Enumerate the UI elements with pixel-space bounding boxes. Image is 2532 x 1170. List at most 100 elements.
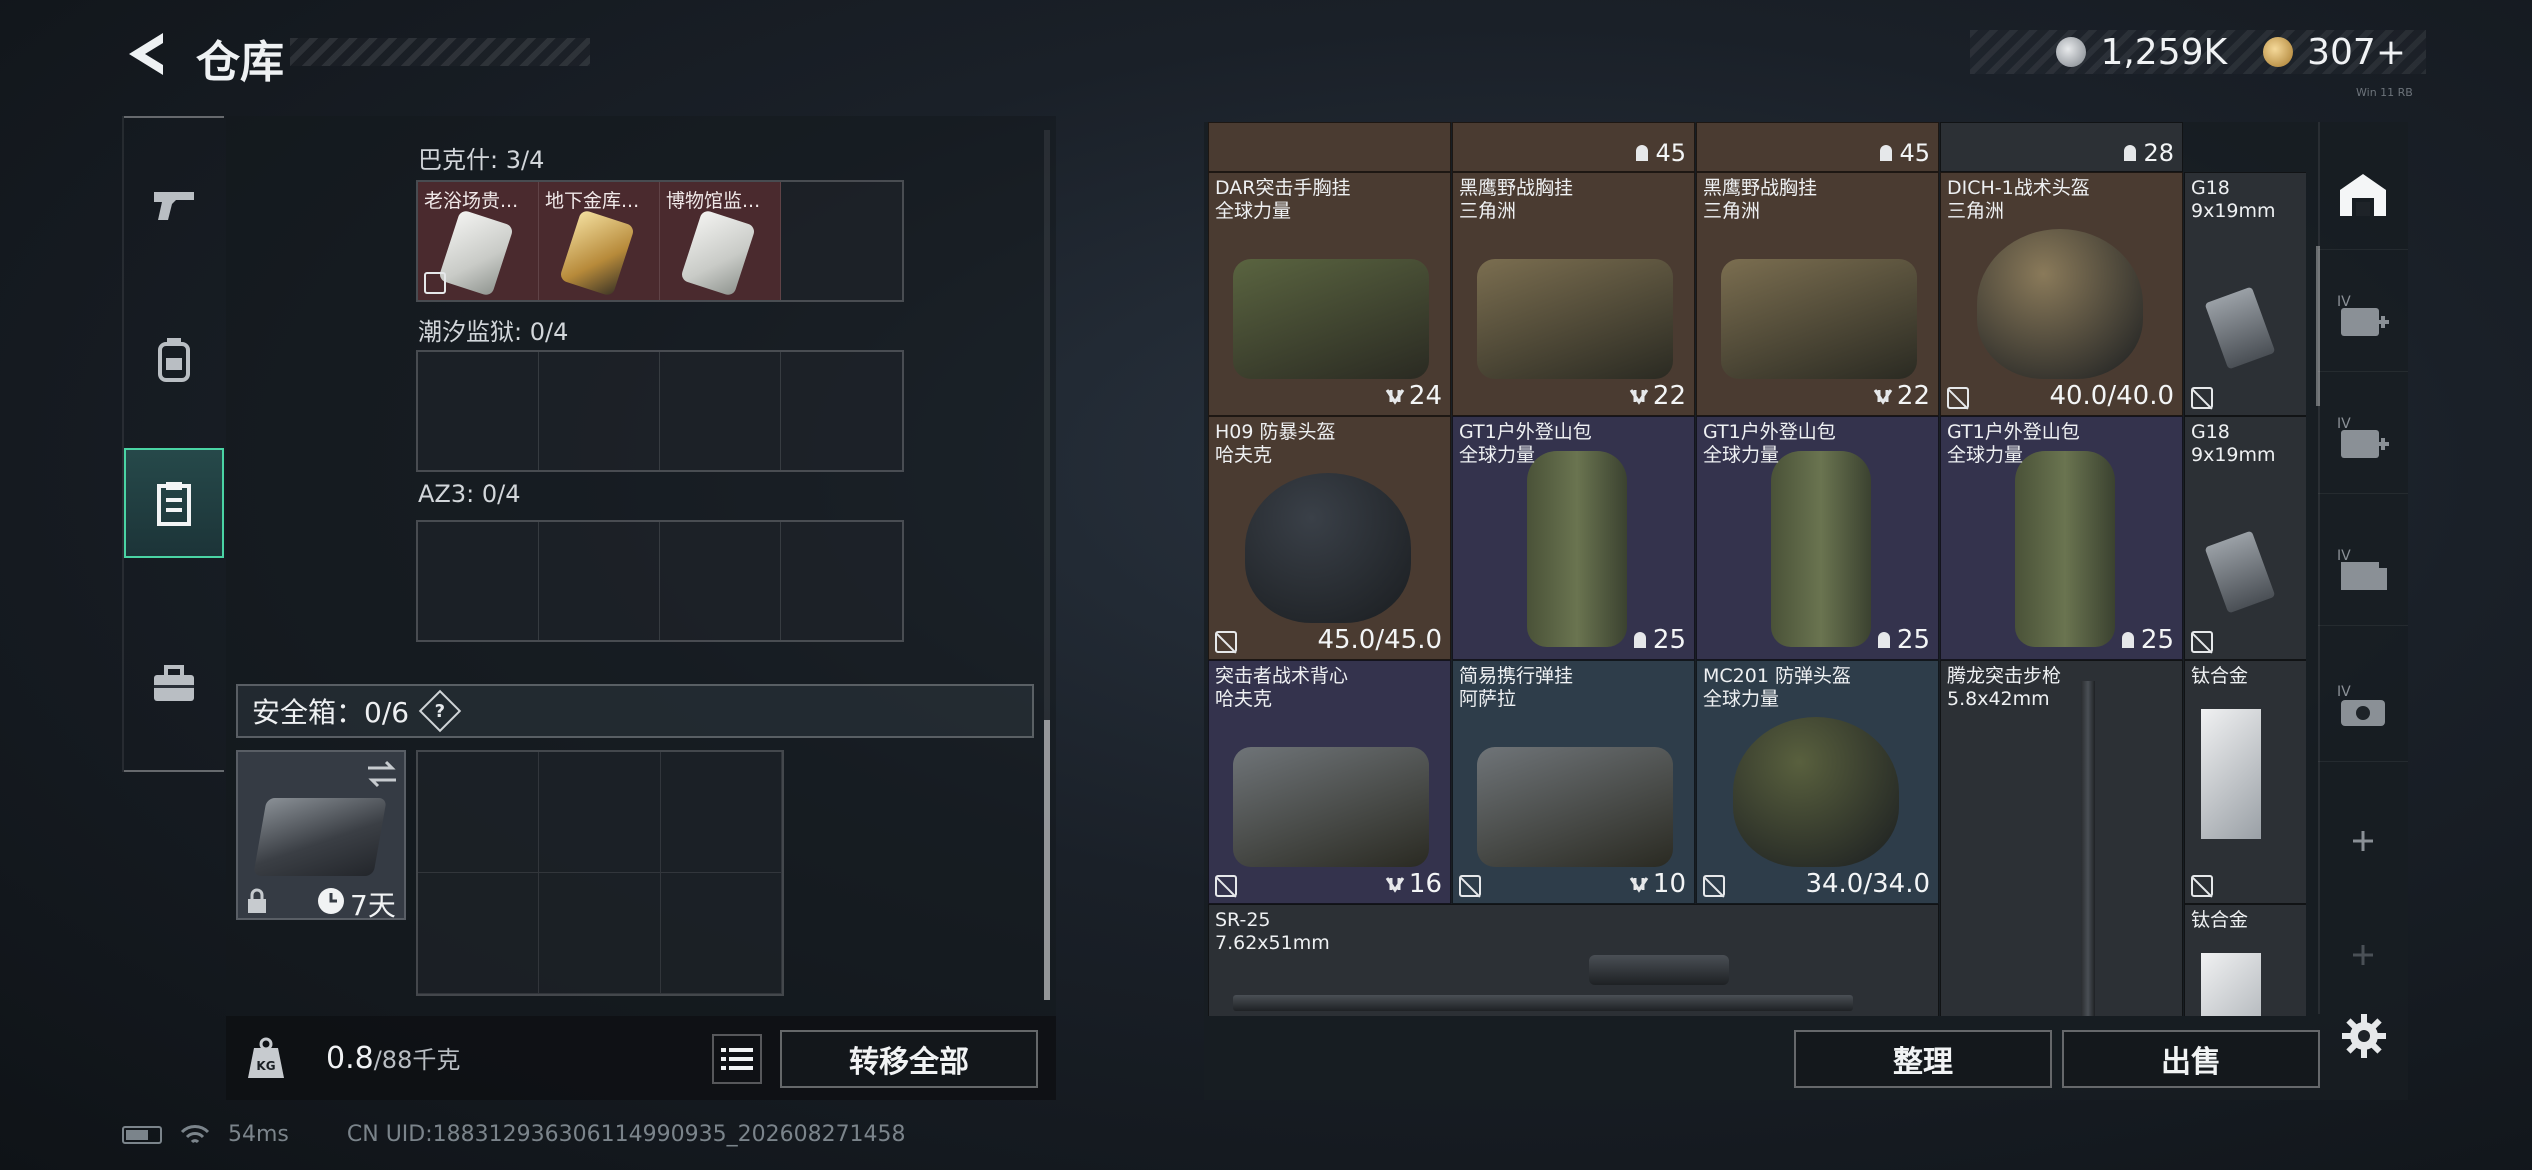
- back-button[interactable]: [118, 22, 174, 86]
- empty-slot[interactable]: [660, 352, 781, 470]
- battery-icon: [122, 1125, 162, 1144]
- nav-weapons[interactable]: [124, 156, 224, 252]
- list-view-button[interactable]: [712, 1034, 762, 1084]
- durability-icon: [1877, 632, 1890, 648]
- gear-icon[interactable]: [2340, 1012, 2388, 1060]
- empty-slot[interactable]: [781, 352, 902, 470]
- capacity-icon: [1873, 389, 1893, 405]
- svg-text:IV: IV: [2337, 416, 2351, 432]
- relic-card-image: [679, 209, 757, 297]
- inventory-item[interactable]: GT1户外登山包 全球力量 25: [1452, 416, 1695, 660]
- item-image: [2201, 953, 2261, 1016]
- silver-currency-value: 1,259K: [2100, 31, 2228, 73]
- rail-medkit-2[interactable]: IV: [2318, 384, 2408, 494]
- empty-slot[interactable]: [781, 182, 902, 300]
- inventory-item[interactable]: DICH-1战术头盔 三角洲 40.0/40.0: [1940, 172, 2183, 416]
- empty-slot[interactable]: [660, 873, 782, 994]
- item-image: [1233, 747, 1429, 867]
- inventory-item[interactable]: GT1户外登山包 全球力量 25: [1696, 416, 1939, 660]
- collection-grid-bakesh: 老浴场贵... 地下金库... 博物馆监...: [416, 180, 904, 302]
- safe-box-grid: [416, 750, 784, 996]
- durability-icon: [1880, 145, 1893, 161]
- not-tradeable-icon: [1215, 875, 1237, 897]
- capacity-icon: [1629, 877, 1649, 893]
- inventory-item[interactable]: 钛合金: [2184, 904, 2306, 1016]
- empty-slot[interactable]: [539, 352, 660, 470]
- rail-medkit-1[interactable]: IV: [2318, 262, 2408, 372]
- transfer-all-button[interactable]: 转移全部: [780, 1030, 1038, 1088]
- inventory-item[interactable]: H09 防暴头盔 哈夫克 45.0/45.0: [1208, 416, 1451, 660]
- item-name: 突击者战术背心 哈夫克: [1215, 665, 1349, 710]
- empty-slot[interactable]: [660, 752, 782, 873]
- empty-slot[interactable]: [418, 522, 539, 640]
- inventory-item[interactable]: 腾龙突击步枪 5.8x42mm: [1940, 660, 2183, 1016]
- rail-ammo[interactable]: IV: [2318, 516, 2408, 626]
- inventory-item[interactable]: 简易携行弹挂 阿萨拉 10: [1452, 660, 1695, 904]
- not-tradeable-icon: [1215, 631, 1237, 653]
- gold-currency-value[interactable]: 307+: [2307, 32, 2406, 73]
- weight-display: 0.8/88千克: [326, 1041, 461, 1076]
- plus-icon: [2353, 831, 2373, 851]
- relic-card-image: [558, 209, 636, 297]
- item-image: [1733, 717, 1899, 867]
- inventory-item[interactable]: G189x19mm17/33: [2184, 416, 2306, 660]
- ammo-iv-icon: IV: [2337, 548, 2387, 590]
- item-image: [2204, 530, 2276, 614]
- empty-slot[interactable]: [781, 522, 902, 640]
- safe-box-item[interactable]: 7天: [236, 750, 406, 922]
- inventory-item[interactable]: 黑鹰野战胸挂 三角洲 22: [1696, 172, 1939, 416]
- item-quantity: 45.0/45.0: [1317, 625, 1442, 655]
- nav-stash[interactable]: [124, 448, 224, 558]
- item-name: DICH-1战术头盔 三角洲: [1947, 177, 2090, 222]
- relic-slot[interactable]: 老浴场贵...: [418, 182, 539, 300]
- empty-slot[interactable]: [539, 522, 660, 640]
- collection-grid-az3: [416, 520, 904, 642]
- collection-scroll-thumb[interactable]: [1044, 720, 1050, 1000]
- item-name: GT1户外登山包 全球力量: [1459, 421, 1592, 466]
- rail-add-slot[interactable]: [2318, 786, 2408, 896]
- help-button[interactable]: ?: [418, 689, 462, 733]
- inventory-item[interactable]: 28: [1940, 122, 2183, 172]
- item-quantity: 10: [1629, 869, 1686, 899]
- inventory-item[interactable]: 45: [1696, 122, 1939, 172]
- empty-slot[interactable]: [539, 752, 661, 873]
- inventory-item[interactable]: 钛合金: [2184, 660, 2306, 904]
- item-image: [1233, 259, 1429, 379]
- title-decoration: [290, 38, 590, 66]
- organize-button[interactable]: 整理: [1794, 1030, 2052, 1088]
- item-quantity: 24: [1385, 381, 1442, 411]
- weight-kg-icon: KG: [248, 1037, 284, 1078]
- empty-slot[interactable]: [539, 873, 661, 994]
- empty-slot[interactable]: [660, 522, 781, 640]
- durability-icon: [1633, 632, 1646, 648]
- empty-slot[interactable]: [418, 352, 539, 470]
- nav-gear[interactable]: [124, 312, 224, 408]
- sell-button[interactable]: 出售: [2062, 1030, 2320, 1088]
- safe-case-image: [253, 798, 387, 876]
- inventory-item[interactable]: [1208, 122, 1451, 172]
- inventory-item[interactable]: GT1户外登山包 全球力量 25: [1940, 416, 2183, 660]
- item-name: 简易携行弹挂 阿萨拉: [1459, 665, 1574, 710]
- inventory-item[interactable]: DAR突击手胸挂 全球力量 24: [1208, 172, 1451, 416]
- item-quantity: 22: [1629, 381, 1686, 411]
- inventory-item[interactable]: MC201 防弹头盔 全球力量 34.0/34.0: [1696, 660, 1939, 904]
- inventory-item[interactable]: G189x19mm33/33: [2184, 172, 2306, 416]
- not-tradeable-icon: [424, 272, 446, 294]
- rail-repair[interactable]: IV: [2318, 652, 2408, 762]
- item-name: 钛合金: [2191, 909, 2249, 931]
- safe-duration: 7天: [350, 889, 396, 922]
- durability-icon: [2121, 632, 2134, 648]
- rail-home-base[interactable]: [2318, 140, 2408, 250]
- inventory-item[interactable]: 突击者战术背心 哈夫克 16: [1208, 660, 1451, 904]
- repair-iv-icon: IV: [2337, 684, 2385, 726]
- inventory-item[interactable]: SR-25 7.62x51mm: [1208, 904, 1939, 1016]
- nav-loadout[interactable]: [124, 636, 224, 732]
- inventory-item[interactable]: 黑鹰野战胸挂 三角洲 22: [1452, 172, 1695, 416]
- inventory-item[interactable]: 45: [1452, 122, 1695, 172]
- relic-slot[interactable]: 博物馆监...: [660, 182, 781, 300]
- ping-value: 54ms: [228, 1122, 289, 1147]
- empty-slot[interactable]: [418, 873, 540, 994]
- empty-slot[interactable]: [418, 752, 540, 873]
- relic-slot[interactable]: 地下金库...: [539, 182, 660, 300]
- page-title: 仓库: [196, 37, 284, 88]
